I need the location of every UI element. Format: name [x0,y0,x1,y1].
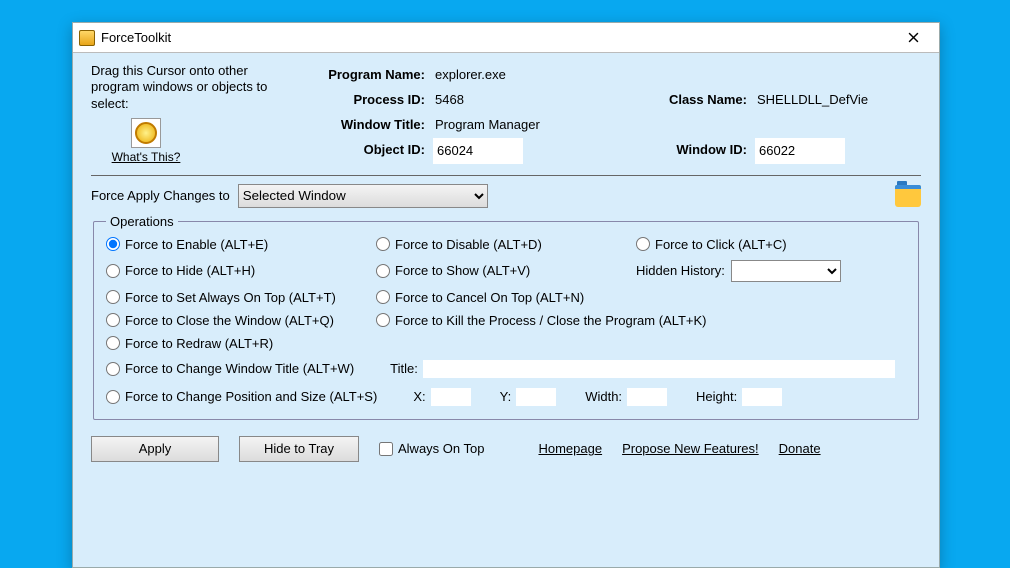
class-name-label: Class Name: [619,88,749,112]
op-always-on-top[interactable]: Force to Set Always On Top (ALT+T) [106,290,376,305]
operations-group: Operations Force to Enable (ALT+E) Force… [93,214,919,420]
titlebar: ForceToolkit [73,23,939,53]
explorer-icon [895,185,921,207]
crosshair-icon [135,122,157,144]
y-input[interactable] [515,387,557,407]
op-redraw[interactable]: Force to Redraw (ALT+R) [106,336,896,351]
program-name-value: explorer.exe [433,63,613,87]
op-enable-radio[interactable] [106,237,120,251]
op-change-title-radio[interactable] [106,362,120,376]
x-input[interactable] [430,387,472,407]
op-always-on-top-radio[interactable] [106,290,120,304]
window-id-value: 66022 [755,138,845,164]
hidden-history-select[interactable] [731,260,841,282]
op-close-window-radio[interactable] [106,313,120,327]
window-id-label: Window ID: [619,138,749,162]
window-title-label: Window Title: [297,113,427,137]
whats-this-link[interactable]: What's This? [112,150,181,165]
op-disable-radio[interactable] [376,237,390,251]
donate-link[interactable]: Donate [779,441,821,456]
object-id-label: Object ID: [297,138,427,162]
hidden-history: Hidden History: [636,260,896,282]
operations-legend: Operations [106,214,178,229]
x-label: X: [413,389,425,404]
program-name-label: Program Name: [297,63,427,87]
propose-features-link[interactable]: Propose New Features! [622,441,759,456]
op-disable[interactable]: Force to Disable (ALT+D) [376,237,636,252]
force-apply-label: Force Apply Changes to [91,188,230,203]
process-id-label: Process ID: [297,88,427,112]
close-icon [908,32,919,43]
op-show-radio[interactable] [376,264,390,278]
always-on-top-checkbox[interactable]: Always On Top [379,441,484,456]
op-change-pos-radio[interactable] [106,390,120,404]
apply-button[interactable]: Apply [91,436,219,462]
width-label: Width: [585,389,622,404]
homepage-link[interactable]: Homepage [538,441,602,456]
op-cancel-on-top[interactable]: Force to Cancel On Top (ALT+N) [376,290,896,305]
title-input[interactable] [422,359,896,379]
title-label: Title: [390,361,418,376]
window-title-value: Program Manager [433,113,613,137]
op-close-window[interactable]: Force to Close the Window (ALT+Q) [106,313,376,328]
op-kill-process-radio[interactable] [376,313,390,327]
footer: Apply Hide to Tray Always On Top Homepag… [91,436,921,462]
app-icon [79,30,95,46]
height-label: Height: [696,389,737,404]
op-enable[interactable]: Force to Enable (ALT+E) [106,237,376,252]
object-id-value: 66024 [433,138,523,164]
always-on-top-check[interactable] [379,442,393,456]
drag-prompt-text: Drag this Cursor onto other program wind… [91,63,267,111]
drag-prompt: Drag this Cursor onto other program wind… [91,63,291,165]
force-apply-select[interactable]: Selected Window [238,184,488,208]
height-input[interactable] [741,387,783,407]
drag-cursor-target[interactable] [131,118,161,148]
process-id-value: 5468 [433,88,613,112]
app-window: ForceToolkit Drag this Cursor onto other… [72,22,940,568]
width-input[interactable] [626,387,668,407]
op-change-pos[interactable]: Force to Change Position and Size (ALT+S… [106,389,377,404]
op-redraw-radio[interactable] [106,336,120,350]
y-label: Y: [500,389,512,404]
close-button[interactable] [893,24,933,52]
hidden-history-label: Hidden History: [636,263,725,278]
class-name-value: SHELLDLL_DefVie [755,88,915,112]
op-click-radio[interactable] [636,237,650,251]
hide-to-tray-button[interactable]: Hide to Tray [239,436,359,462]
op-kill-process[interactable]: Force to Kill the Process / Close the Pr… [376,313,896,328]
op-hide-radio[interactable] [106,264,120,278]
op-cancel-on-top-radio[interactable] [376,290,390,304]
info-panel: Drag this Cursor onto other program wind… [91,63,921,165]
op-change-title[interactable]: Force to Change Window Title (ALT+W) [106,361,354,376]
op-show[interactable]: Force to Show (ALT+V) [376,263,636,278]
op-hide[interactable]: Force to Hide (ALT+H) [106,263,376,278]
op-click[interactable]: Force to Click (ALT+C) [636,237,896,252]
divider [91,175,921,176]
window-title: ForceToolkit [101,30,171,45]
